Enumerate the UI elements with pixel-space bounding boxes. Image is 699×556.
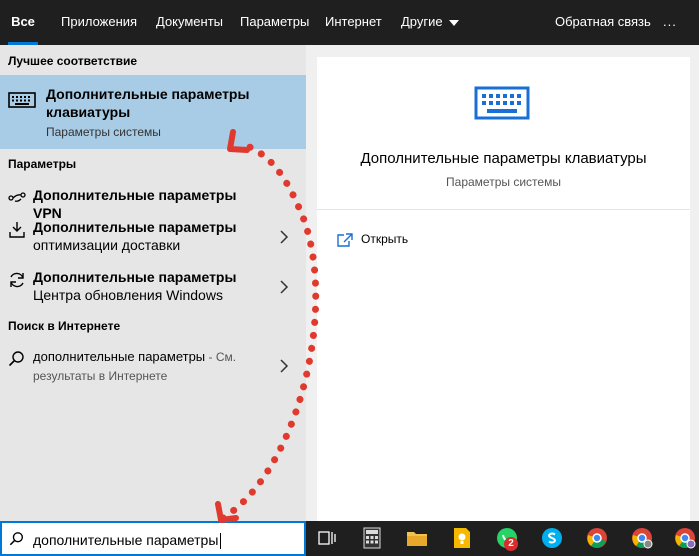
section-settings: Параметры	[8, 157, 77, 171]
search-icon	[8, 351, 24, 367]
result-windows-update[interactable]: Дополнительные параметры Центра обновлен…	[0, 268, 306, 308]
calculator-icon[interactable]	[361, 527, 383, 549]
result-label-line1: Дополнительные параметры	[33, 269, 237, 285]
tab-more[interactable]: Другие	[401, 0, 459, 45]
notification-badge: 2	[504, 537, 518, 551]
result-vpn[interactable]: Дополнительные параметры VPN	[0, 186, 306, 221]
preview-subtitle: Параметры системы	[446, 175, 561, 189]
results-panel: Лучшее соответствие Дополнительные парам…	[0, 45, 306, 521]
result-label: дополнительные параметры - См. результат…	[33, 347, 268, 385]
preview-title: Дополнительные параметры клавиатуры	[360, 150, 647, 167]
delivery-optimization-icon	[9, 222, 25, 238]
tab-settings[interactable]: Параметры	[240, 0, 309, 45]
result-label-line2: оптимизации доставки	[33, 237, 181, 253]
keep-icon[interactable]	[451, 527, 473, 549]
chrome-icon[interactable]	[586, 527, 608, 549]
search-value: дополнительные параметры	[33, 532, 219, 548]
vpn-icon	[8, 192, 26, 202]
file-explorer-icon[interactable]	[406, 527, 428, 549]
search-input[interactable]: дополнительные параметры	[0, 521, 306, 556]
result-label-line2: Центра обновления Windows	[33, 287, 223, 303]
best-match-result[interactable]: Дополнительные параметры клавиатуры Пара…	[0, 75, 306, 149]
skype-icon[interactable]	[541, 527, 563, 549]
section-web-search: Поиск в Интернете	[8, 319, 121, 333]
chrome-profile-icon[interactable]	[631, 527, 653, 549]
result-label: Дополнительные параметры оптимизации дос…	[33, 218, 268, 254]
feedback-link[interactable]: Обратная связь	[555, 0, 651, 45]
search-query: дополнительные параметры	[33, 532, 222, 550]
tab-documents[interactable]: Документы	[156, 0, 223, 45]
tab-apps[interactable]: Приложения	[61, 0, 137, 45]
keyboard-icon	[8, 92, 36, 108]
search-icon	[9, 532, 23, 546]
result-delivery-optimization[interactable]: Дополнительные параметры оптимизации дос…	[0, 218, 306, 258]
best-match-subtitle: Параметры системы	[46, 125, 161, 139]
text-cursor	[220, 533, 222, 550]
tab-more-label: Другие	[401, 14, 443, 29]
tab-web[interactable]: Интернет	[325, 0, 382, 45]
open-action[interactable]: Открыть	[337, 232, 408, 247]
chevron-right-icon[interactable]	[278, 359, 290, 373]
divider	[317, 209, 690, 210]
result-label-line1: Дополнительные параметры	[33, 219, 237, 235]
result-label: Дополнительные параметры VPN	[33, 187, 237, 221]
web-suffix: - См.	[205, 350, 237, 364]
open-icon	[337, 233, 353, 247]
search-filter-bar: Все Приложения Документы Параметры Интер…	[0, 0, 699, 45]
task-view-icon[interactable]	[316, 527, 338, 549]
chevron-right-icon[interactable]	[278, 230, 290, 244]
section-best-match: Лучшее соответствие	[8, 54, 138, 68]
caret-down-icon	[448, 19, 459, 26]
windows-update-icon	[10, 272, 24, 288]
more-options-button[interactable]: ...	[663, 0, 677, 45]
web-query: дополнительные параметры	[33, 349, 206, 364]
taskbar	[306, 521, 699, 556]
keyboard-icon	[474, 86, 530, 120]
chevron-right-icon[interactable]	[278, 280, 290, 294]
best-match-title: Дополнительные параметры клавиатуры	[46, 86, 250, 120]
tab-all[interactable]: Все	[8, 0, 38, 45]
preview-panel: Дополнительные параметры клавиатуры Пара…	[317, 57, 690, 521]
chrome-profile-icon-2[interactable]	[674, 527, 696, 549]
result-label: Дополнительные параметры Центра обновлен…	[33, 268, 268, 304]
open-label: Открыть	[361, 232, 409, 246]
web-line2: результаты в Интернете	[33, 369, 168, 383]
result-web-search[interactable]: дополнительные параметры - См. результат…	[0, 347, 306, 387]
